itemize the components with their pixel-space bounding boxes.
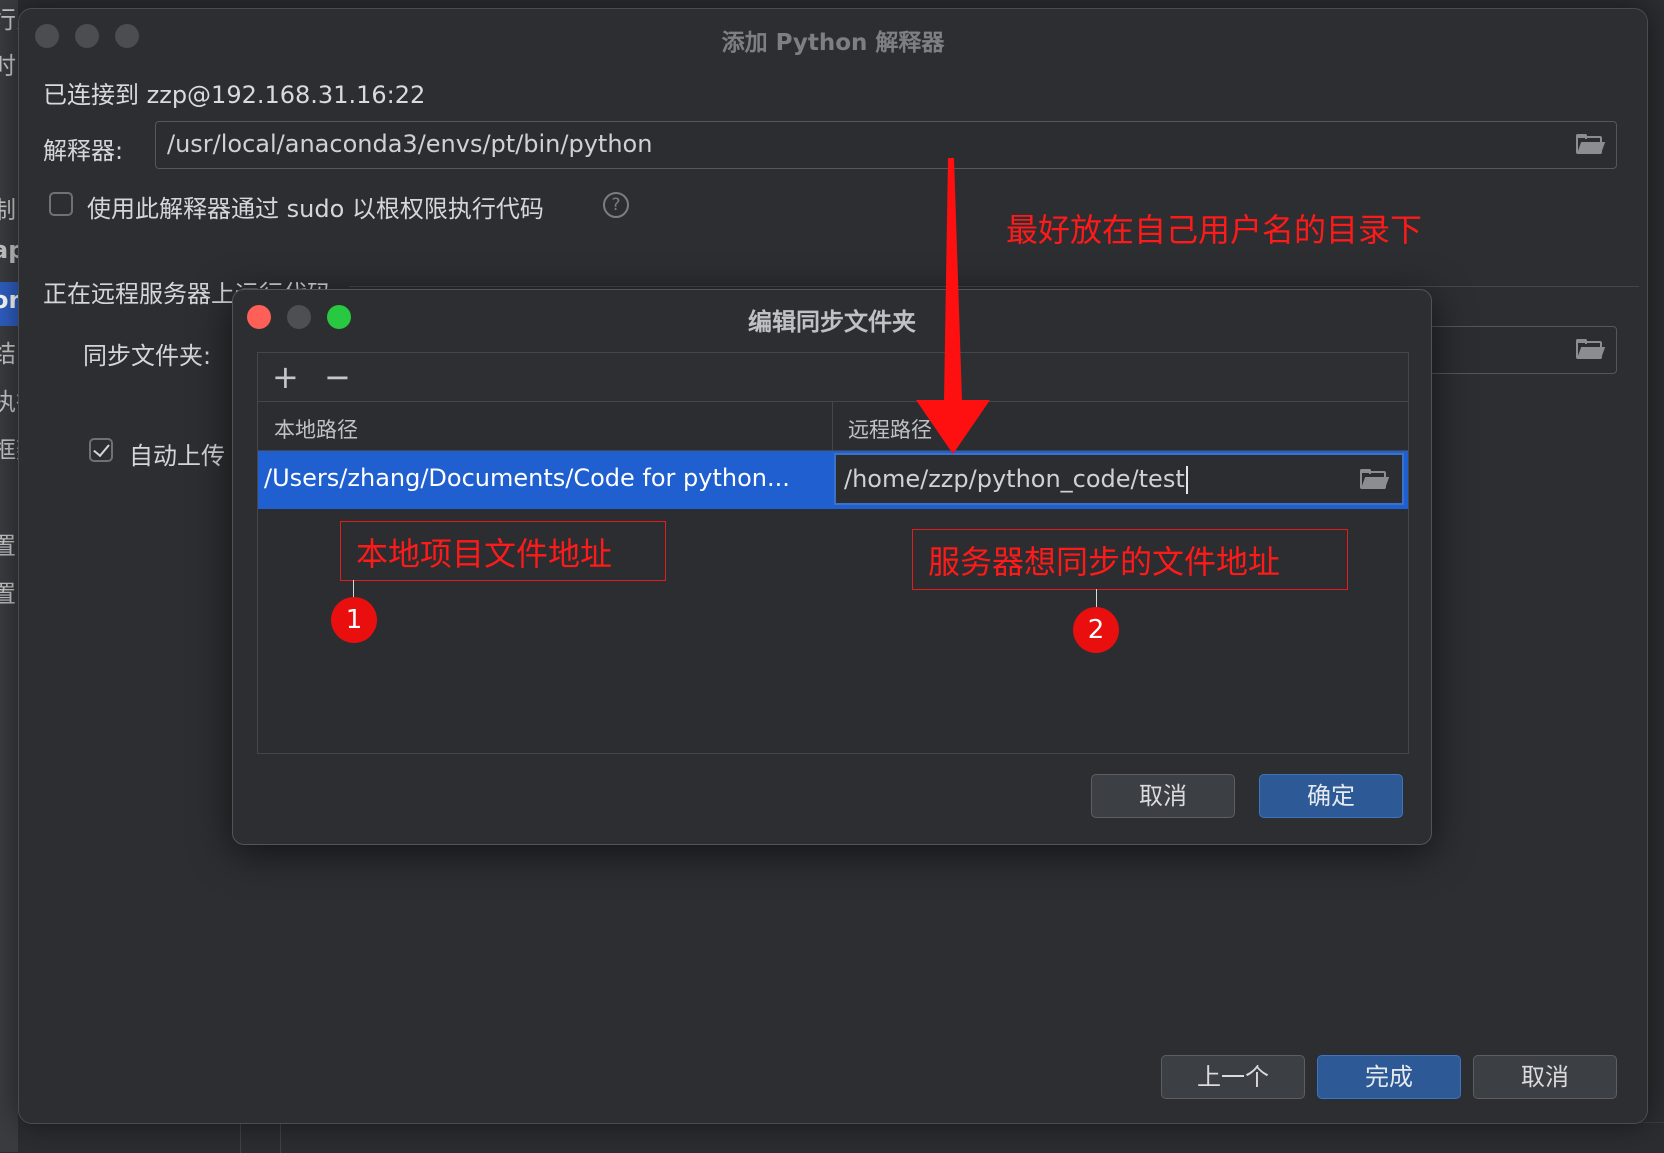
annotation-local-note: 本地项目文件地址 xyxy=(356,535,613,573)
annotation-badge-1: 1 xyxy=(331,597,377,643)
annotation-remote-note: 服务器想同步的文件地址 xyxy=(928,543,1281,581)
annotation-badge-2: 2 xyxy=(1073,607,1119,653)
annotation-arrow xyxy=(916,158,990,454)
